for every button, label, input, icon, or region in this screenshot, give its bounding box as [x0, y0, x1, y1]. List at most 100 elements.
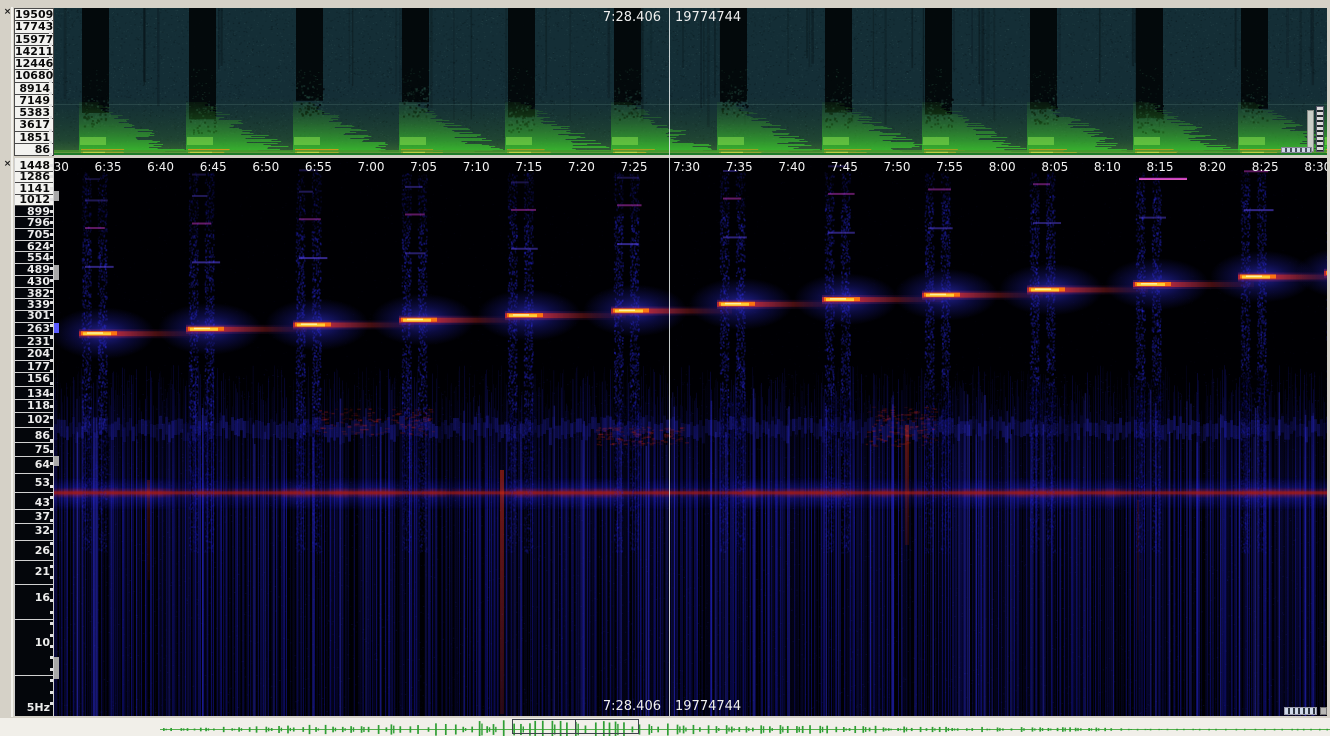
- freq-cell-border: [15, 540, 54, 541]
- bottom-freq-label: 430: [16, 275, 50, 287]
- freq-tick-mark: [50, 668, 53, 671]
- bottom-freq-label: 26: [16, 544, 50, 556]
- freq-cell-border: [15, 619, 54, 620]
- bottom-freq-label: 705: [16, 228, 50, 240]
- bottom-freq-label: 1012: [16, 193, 50, 205]
- freq-tick-mark: [50, 267, 53, 270]
- freq-axis-marker[interactable]: [54, 191, 59, 201]
- bottom-spectrogram-canvas[interactable]: [54, 158, 1327, 716]
- freq-axis-marker[interactable]: [54, 265, 59, 280]
- bottom-freq-label: 134: [16, 387, 50, 399]
- time-label: 7:35: [717, 160, 761, 175]
- freq-tick-mark: [50, 702, 53, 705]
- freq-tick-mark: [50, 427, 53, 430]
- freq-axis-marker[interactable]: [54, 456, 59, 466]
- time-label: 8:00: [980, 160, 1024, 175]
- freq-tick-mark: [50, 519, 53, 522]
- bottom-freq-label: 489: [16, 263, 50, 275]
- time-label: 7:00: [349, 160, 393, 175]
- bottom-freq-label: 64: [16, 458, 50, 470]
- top-frequency-axis[interactable]: 1950917743159771421112446106808914714953…: [14, 8, 54, 155]
- freq-tick-mark: [50, 256, 53, 259]
- freq-tick-mark: [50, 393, 53, 396]
- bottom-freq-label: 21: [16, 565, 50, 577]
- time-label: 6:35: [86, 160, 130, 175]
- bottom-freq-label: 102: [16, 413, 50, 425]
- time-label: 7:30: [665, 160, 709, 175]
- time-label: 6:30: [54, 160, 77, 175]
- panel-left-divider: [11, 7, 13, 717]
- waveform-overview-strip[interactable]: [0, 718, 1330, 736]
- time-label: 8:10: [1085, 160, 1129, 175]
- bottom-frequency-axis[interactable]: 1448128611411012899796705624554489430382…: [14, 158, 54, 716]
- freq-tick-mark: [50, 221, 53, 224]
- freq-cell-border: [15, 675, 54, 676]
- freq-tick-mark: [50, 244, 53, 247]
- bottom-freq-label: 231: [16, 335, 50, 347]
- freq-tick-mark: [50, 656, 53, 659]
- bottom-freq-label: 899: [16, 205, 50, 217]
- top-panel-close-button[interactable]: ×: [2, 7, 13, 18]
- freq-tick-mark: [50, 336, 53, 339]
- freq-tick-mark: [50, 450, 53, 453]
- bottom-freq-label: 301: [16, 309, 50, 321]
- bottom-freq-label: 263: [16, 322, 50, 334]
- top-panel-scrollbar-thumb[interactable]: [1307, 110, 1314, 152]
- bottom-freq-label: 32: [16, 524, 50, 536]
- waveform-selection-box[interactable]: [512, 719, 639, 734]
- bottom-freq-label: 75: [16, 443, 50, 455]
- freq-axis-marker[interactable]: [54, 323, 59, 333]
- top-freq-label: 86: [14, 144, 54, 156]
- freq-axis-marker[interactable]: [54, 657, 59, 679]
- freq-tick-mark: [50, 588, 53, 591]
- bottom-panel-close-button[interactable]: ×: [2, 159, 13, 170]
- freq-tick-mark: [50, 565, 53, 568]
- freq-tick-mark: [49, 153, 52, 156]
- playback-cursor-line: [669, 8, 670, 716]
- bottom-panel-zoom-knob[interactable]: [1320, 707, 1327, 715]
- freq-tick-mark: [50, 324, 53, 327]
- bottom-freq-label: 382: [16, 287, 50, 299]
- time-label: 6:40: [139, 160, 183, 175]
- bottom-freq-label: 796: [16, 216, 50, 228]
- freq-tick-mark: [50, 347, 53, 350]
- time-label: 8:15: [1138, 160, 1182, 175]
- top-freq-label: 15977: [14, 34, 54, 46]
- bottom-freq-label: 1286: [16, 170, 50, 182]
- freq-cell-border: [15, 560, 54, 561]
- freq-tick-mark: [50, 210, 53, 213]
- freq-tick-mark: [50, 359, 53, 362]
- top-spectrogram-canvas[interactable]: [54, 8, 1327, 155]
- time-label: 6:50: [244, 160, 288, 175]
- time-axis[interactable]: 6:306:356:406:456:506:557:007:057:107:15…: [54, 160, 1327, 175]
- freq-tick-mark: [50, 290, 53, 293]
- top-freq-label: 10680: [14, 70, 54, 82]
- time-label: 6:55: [296, 160, 340, 175]
- bottom-freq-label: 43: [16, 496, 50, 508]
- freq-tick-mark: [50, 462, 53, 465]
- time-label: 7:25: [612, 160, 656, 175]
- freq-tick-mark: [50, 691, 53, 694]
- time-label: 8:20: [1191, 160, 1235, 175]
- time-label: 7:05: [402, 160, 446, 175]
- freq-tick-mark: [50, 611, 53, 614]
- freq-tick-mark: [50, 576, 53, 579]
- bottom-freq-label: 16: [16, 591, 50, 603]
- freq-tick-mark: [50, 599, 53, 602]
- freq-tick-mark: [50, 187, 53, 190]
- top-freq-label: 3617: [14, 119, 54, 131]
- waveform-selection-divider[interactable]: [575, 720, 576, 733]
- time-label: 7:50: [875, 160, 919, 175]
- time-label: 8:30: [1296, 160, 1327, 175]
- freq-cell-border: [15, 427, 54, 428]
- freq-tick-mark: [50, 233, 53, 236]
- freq-tick-mark: [50, 508, 53, 511]
- time-label: 7:20: [559, 160, 603, 175]
- time-label: 6:45: [191, 160, 235, 175]
- waveform-canvas[interactable]: [0, 718, 1330, 736]
- freq-tick-mark: [50, 405, 53, 408]
- bottom-freq-label: 204: [16, 347, 50, 359]
- freq-tick-mark: [50, 279, 53, 282]
- freq-tick-mark: [50, 553, 53, 556]
- freq-tick-mark: [50, 416, 53, 419]
